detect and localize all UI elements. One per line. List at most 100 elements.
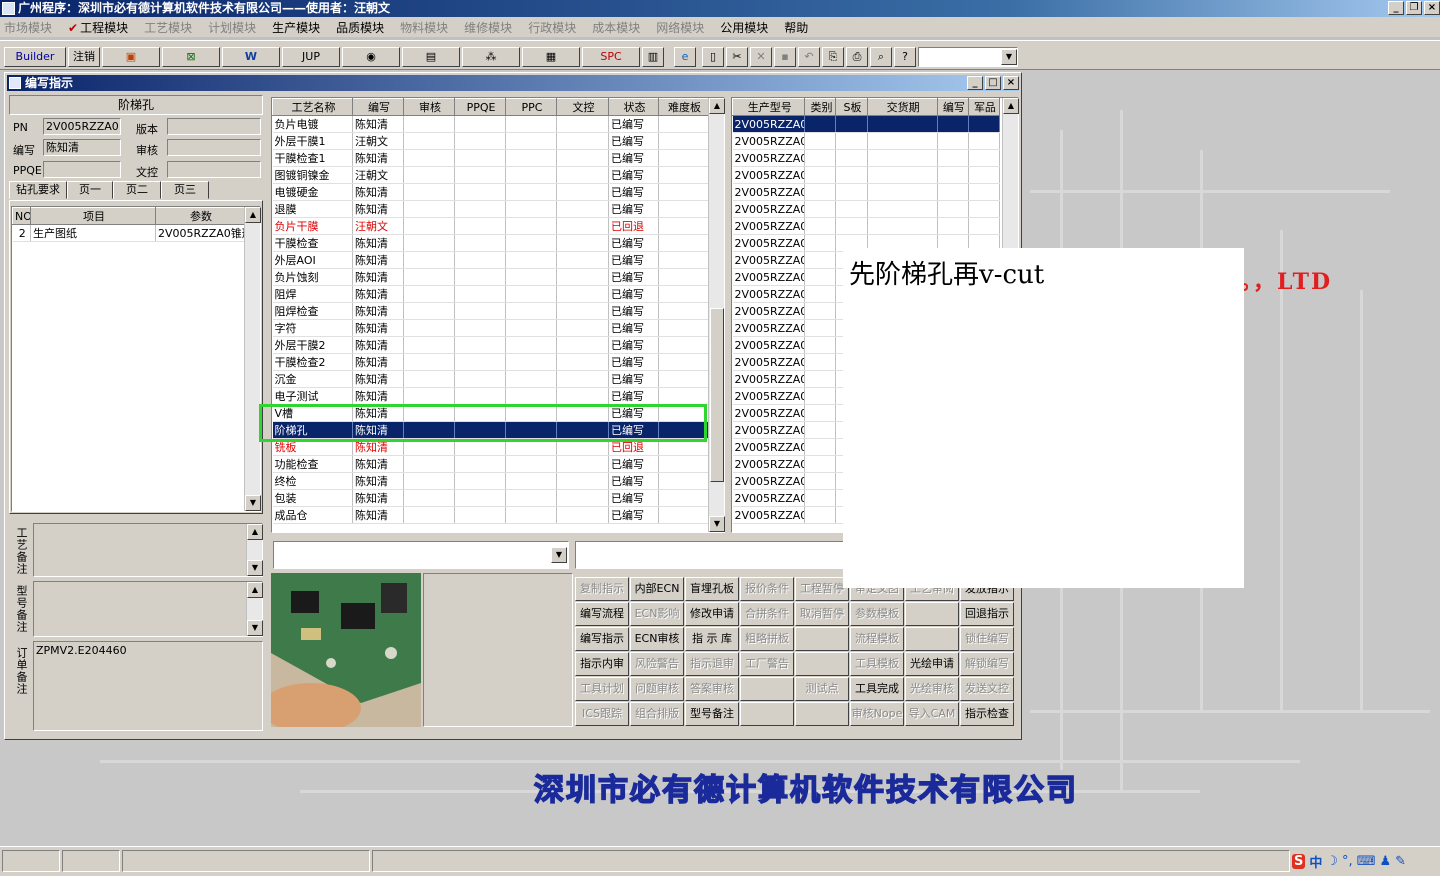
model-header-4[interactable]: 编写	[936, 98, 969, 116]
table-row[interactable]: 2V005RZZA0	[732, 166, 1001, 184]
child-title-bar[interactable]: 编写指示	[7, 75, 1019, 91]
table-row[interactable]: 电镀硬金 陈知清 已编写	[272, 183, 709, 201]
action-button-26[interactable]: 指示退审	[685, 652, 739, 676]
action-button-43[interactable]	[740, 702, 794, 726]
action-button-33[interactable]: 问题审核	[630, 677, 684, 701]
action-button-19[interactable]: 粗略拼板	[740, 627, 794, 651]
grid-header-item[interactable]: 项目	[30, 207, 156, 225]
action-button-17[interactable]: ECN审核	[630, 627, 684, 651]
table-row[interactable]: 2V005RZZA0	[732, 217, 1001, 235]
ie-icon[interactable]: e	[674, 47, 696, 67]
doc-control-field[interactable]	[167, 161, 261, 178]
action-button-9[interactable]: ECN影响	[630, 602, 684, 626]
process-header-2[interactable]: 审核	[403, 98, 455, 116]
table-row[interactable]: 2V005RZZA0	[732, 183, 1001, 201]
action-button-0[interactable]: 复制指示	[575, 577, 629, 601]
child-close-icon[interactable]: ×	[1003, 76, 1019, 90]
table-row[interactable]: 2 生产图纸 2V005RZZA0锥形	[12, 224, 245, 242]
menu-item-10[interactable]: 网络模块	[656, 19, 704, 36]
print-icon[interactable]: ⎙	[846, 47, 868, 67]
action-button-10[interactable]: 修改申请	[685, 602, 739, 626]
ppqe-field[interactable]	[43, 161, 121, 178]
action-button-32[interactable]: 工具计划	[575, 677, 629, 701]
process-header-5[interactable]: 文控	[556, 98, 609, 116]
chevron-down-icon[interactable]: ▼	[1001, 49, 1017, 65]
table-row[interactable]: 电子测试 陈知清 已编写	[272, 387, 709, 405]
action-button-11[interactable]: 合拼条件	[740, 602, 794, 626]
scroll-up-icon[interactable]: ▲	[1003, 98, 1019, 114]
action-button-36[interactable]: 测试点	[795, 677, 849, 701]
excel-icon[interactable]: ⊠	[162, 47, 220, 67]
process-header-4[interactable]: PPC	[505, 98, 557, 116]
menu-item-6[interactable]: 物料模块	[400, 19, 448, 36]
action-button-46[interactable]: 导入CAM	[905, 702, 959, 726]
scroll-up-icon[interactable]: ▲	[709, 98, 725, 114]
action-button-44[interactable]	[795, 702, 849, 726]
minimize-icon[interactable]: _	[1388, 1, 1404, 15]
child-maximize-icon[interactable]: □	[985, 76, 1001, 90]
action-button-25[interactable]: 风险警告	[630, 652, 684, 676]
cut-icon[interactable]: ✂	[726, 47, 748, 67]
find-icon[interactable]: ⌕	[870, 47, 892, 67]
action-button-31[interactable]: 解锁编写	[960, 652, 1014, 676]
preview-icon[interactable]: ⎘	[822, 47, 844, 67]
table-row[interactable]: 终检 陈知清 已编写	[272, 472, 709, 490]
child-minimize-icon[interactable]: _	[967, 76, 983, 90]
table-row[interactable]: 沉金 陈知清 已编写	[272, 370, 709, 388]
user-icon[interactable]: ♟	[1379, 854, 1391, 869]
table-row[interactable]: 干膜检查1 陈知清 已编写	[272, 149, 709, 167]
menu-item-2[interactable]: 工艺模块	[144, 19, 192, 36]
app-title-bar[interactable]: 广州程序：深圳市必有德计算机软件技术有限公司——使用者：汪朝文	[0, 0, 1440, 17]
table-row[interactable]: 外层AOI 陈知清 已编写	[272, 251, 709, 269]
model-header-3[interactable]: 交货期	[866, 98, 938, 116]
writer-field[interactable]: 陈知清	[43, 139, 121, 156]
table-row[interactable]: 字符 陈知清 已编写	[272, 319, 709, 337]
ime-mode[interactable]: 中	[1309, 852, 1322, 871]
jup-button[interactable]: JUP	[282, 47, 340, 67]
scroll-down-icon[interactable]: ▼	[245, 495, 261, 511]
menu-item-5[interactable]: 品质模块	[336, 19, 384, 36]
logout-button[interactable]: 注销	[68, 47, 100, 67]
table-row[interactable]: 干膜检查2 陈知清 已编写	[272, 353, 709, 371]
database-icon[interactable]: ▤	[402, 47, 460, 67]
menu-item-12[interactable]: 帮助	[784, 19, 808, 36]
model-header-5[interactable]: 军品	[967, 98, 1001, 116]
menu-item-9[interactable]: 成本模块	[592, 19, 640, 36]
grid-header-param[interactable]: 参数	[155, 207, 245, 225]
menu-item-1[interactable]: ✔ 工程模块	[68, 19, 128, 36]
new-file-icon[interactable]: ▯	[702, 47, 724, 67]
grid-header-no[interactable]: NO	[12, 207, 31, 225]
table-row[interactable]: 干膜检查 陈知清 已编写	[272, 234, 709, 252]
model-header-1[interactable]: 类别	[804, 98, 837, 116]
model-header-0[interactable]: 生产型号	[731, 98, 806, 116]
review-field[interactable]	[167, 139, 261, 156]
process-scrollbar[interactable]: ▲ ▼	[708, 98, 725, 532]
sogou-icon[interactable]: S	[1292, 854, 1306, 869]
settings-icon[interactable]: ✎	[1395, 854, 1406, 869]
action-button-42[interactable]: 型号备注	[685, 702, 739, 726]
action-button-16[interactable]: 编写指示	[575, 627, 629, 651]
action-button-34[interactable]: 答案审核	[685, 677, 739, 701]
moon-icon[interactable]: ☽	[1326, 854, 1338, 869]
undo-icon[interactable]: ↶	[798, 47, 820, 67]
process-header-1[interactable]: 编写	[352, 98, 404, 116]
pn-field[interactable]: 2V005RZZA0	[43, 118, 121, 135]
action-button-41[interactable]: 组合排版	[630, 702, 684, 726]
tab-page3[interactable]: 页三	[161, 181, 209, 199]
menu-item-4[interactable]: 生产模块	[272, 19, 320, 36]
table-row[interactable]: 成品仓 陈知清 已编写	[272, 506, 709, 524]
action-button-23[interactable]: 锁住编写	[960, 627, 1014, 651]
model-header-2[interactable]: S板	[835, 98, 868, 116]
spc-button[interactable]: SPC	[582, 47, 640, 67]
tab-page2[interactable]: 页二	[113, 181, 161, 199]
table-row[interactable]: 负片蚀刻 陈知清 已编写	[272, 268, 709, 286]
scroll-down-icon[interactable]: ▼	[709, 516, 725, 532]
action-button-47[interactable]: 指示检查	[960, 702, 1014, 726]
process-header-0[interactable]: 工艺名称	[272, 98, 353, 116]
action-button-28[interactable]	[795, 652, 849, 676]
table-row[interactable]: 退膜 陈知清 已编写	[272, 200, 709, 218]
eye-icon[interactable]: ◉	[342, 47, 400, 67]
table-row[interactable]: 阻焊检查 陈知清 已编写	[272, 302, 709, 320]
ppt-icon[interactable]: ▣	[102, 47, 160, 67]
table-row[interactable]: 2V005RZZA0	[732, 115, 1001, 133]
